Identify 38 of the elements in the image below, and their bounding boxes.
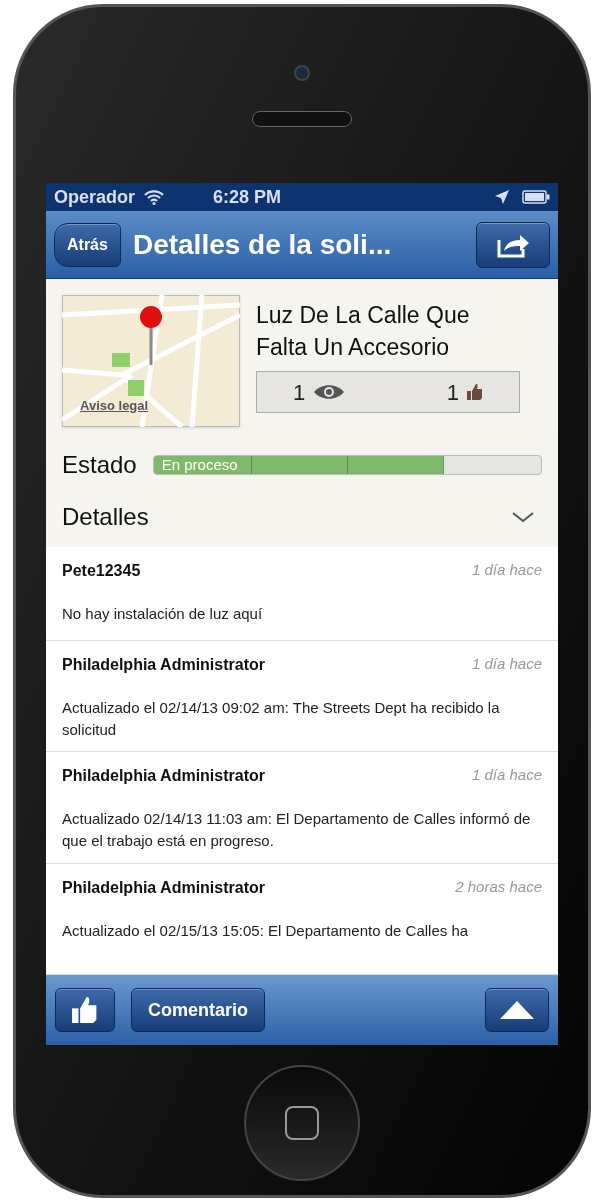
comment-text: Actualizado 02/14/13 11:03 am: El Departamento de Calles informó de que el trabajo está en progreso. (62, 809, 532, 852)
request-title: Luz De La Calle Que Falta Un Accesorio (256, 301, 471, 362)
like-button[interactable] (55, 988, 115, 1032)
status-label: Estado (62, 450, 137, 480)
map-pin-icon (138, 305, 164, 367)
comment-author: Philadelphia Administrator (62, 877, 265, 898)
back-button[interactable]: Atrás (54, 222, 121, 267)
page-title: Detalles de la soli... (132, 227, 393, 262)
scroll-up-button[interactable] (485, 988, 549, 1032)
comment-button[interactable]: Comentario (131, 988, 265, 1032)
location-arrow-icon (494, 189, 510, 205)
comment-time: 1 día hace (471, 765, 542, 786)
wifi-icon (143, 189, 166, 205)
like-count: 1 (446, 378, 459, 407)
comment-time: 2 horas hace (455, 876, 542, 897)
view-count: 1 (293, 378, 306, 407)
share-button[interactable] (476, 221, 550, 268)
comment-time: 1 día hace (471, 654, 542, 675)
clock-time: 6:28 PM (213, 185, 282, 209)
legal-notice-link[interactable]: Aviso legal (80, 395, 149, 415)
comment-author: Philadelphia Administrator (62, 766, 265, 787)
comment-text: Actualizado el 02/14/13 09:02 am: The Streets Dept ha recibido la solicitud (62, 698, 501, 741)
up-triangle-icon (500, 1001, 534, 1019)
comment-author: Pete12345 (62, 561, 141, 581)
comment-text: Actualizado el 02/15/13 15:05: El Departamento de Calles ha (62, 920, 470, 941)
details-label: Detalles (62, 502, 149, 532)
camera-icon (294, 65, 310, 81)
status-value: En proceso (161, 456, 238, 474)
thumbs-up-icon (467, 384, 483, 400)
thumbs-up-icon (72, 997, 98, 1023)
battery-icon (522, 190, 550, 204)
comment-author: Philadelphia Administrator (62, 655, 265, 676)
eye-icon (313, 383, 346, 401)
home-square-icon (285, 1106, 319, 1140)
comment-text: No hay instalación de luz aquí (62, 604, 264, 624)
carrier-name: Operador (54, 185, 136, 209)
comment-time: 1 día hace (471, 560, 542, 580)
details-toggle[interactable]: Detalles (62, 499, 542, 535)
